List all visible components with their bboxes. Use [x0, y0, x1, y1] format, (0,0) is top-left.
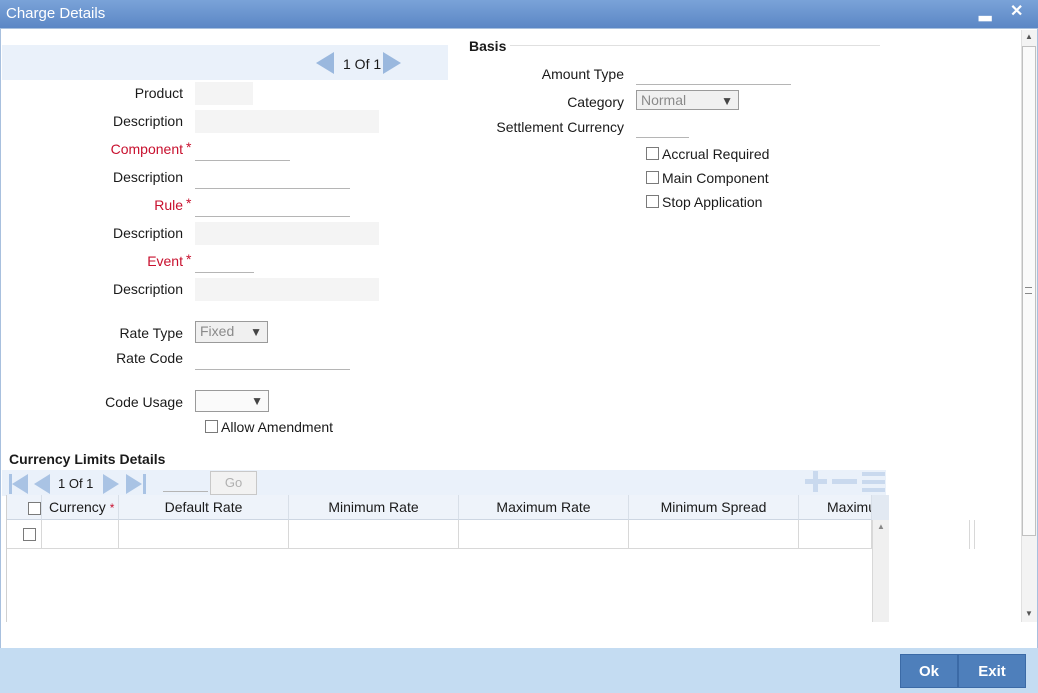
- settlement-currency-label: Settlement Currency: [496, 119, 624, 135]
- accrual-required-checkbox[interactable]: [646, 147, 659, 160]
- column-minimum-rate: Minimum Rate: [289, 495, 459, 520]
- category-select[interactable]: Normal ▼: [636, 90, 739, 110]
- grid-left-border: [6, 495, 7, 622]
- rule-label: Rule: [154, 197, 183, 213]
- chevron-down-icon: ▼: [721, 94, 733, 108]
- cell-minimum-spread[interactable]: [629, 520, 799, 549]
- rule-description-field: [195, 222, 379, 245]
- event-label: Event: [147, 253, 183, 269]
- rule-input[interactable]: [195, 194, 350, 217]
- main-component-checkbox[interactable]: [646, 171, 659, 184]
- chevron-down-icon: ▼: [251, 394, 263, 408]
- basis-divider: [510, 45, 880, 46]
- next-page-icon[interactable]: [103, 474, 119, 494]
- window-titlebar: Charge Details: [0, 0, 1038, 28]
- scroll-down-icon[interactable]: ▼: [1025, 609, 1033, 618]
- stop-application-label: Stop Application: [662, 194, 763, 210]
- row-select-checkbox[interactable]: [23, 528, 36, 541]
- component-description-input[interactable]: [195, 166, 350, 189]
- ok-button[interactable]: Ok: [900, 654, 958, 688]
- amount-type-label: Amount Type: [541, 66, 624, 82]
- event-description-field: [195, 278, 379, 301]
- allow-amendment-label: Allow Amendment: [221, 419, 334, 435]
- main-component-label: Main Component: [662, 170, 769, 186]
- currency-required-mark: *: [109, 501, 115, 515]
- product-description-field: [195, 110, 379, 133]
- currency-limits-pager-label: 1 Of 1: [58, 476, 94, 491]
- go-button[interactable]: Go: [210, 471, 257, 495]
- rate-code-label: Rate Code: [116, 350, 183, 366]
- component-input[interactable]: [195, 140, 290, 161]
- cell-minimum-rate[interactable]: [289, 520, 459, 549]
- cell-default-rate[interactable]: [119, 520, 289, 549]
- component-required-mark: *: [186, 139, 192, 155]
- window-title: Charge Details: [6, 5, 106, 22]
- column-maximum-rate: Maximum Rate: [459, 495, 629, 520]
- cell-maximum-spread[interactable]: [799, 520, 872, 549]
- chevron-down-icon: ▼: [250, 325, 262, 339]
- component-label: Component: [110, 141, 183, 157]
- single-view-icon[interactable]: [862, 472, 885, 492]
- delete-row-icon[interactable]: [832, 479, 857, 484]
- event-description-label: Description: [112, 281, 183, 297]
- component-description-label: Description: [112, 169, 183, 185]
- column-currency-label: Currency: [49, 499, 106, 515]
- select-all-column: [7, 495, 42, 520]
- product-field: [195, 82, 253, 105]
- column-maximum-spread: Maximu: [799, 495, 872, 520]
- grid-header-scroll-corner: [872, 495, 889, 520]
- exit-button[interactable]: Exit: [958, 654, 1026, 688]
- rule-description-label: Description: [112, 225, 183, 241]
- event-required-mark: *: [186, 251, 192, 267]
- previous-page-icon[interactable]: [34, 474, 50, 494]
- select-all-checkbox[interactable]: [28, 502, 41, 515]
- allow-amendment-checkbox[interactable]: [205, 420, 218, 433]
- column-default-rate: Default Rate: [119, 495, 289, 520]
- event-input[interactable]: [195, 250, 254, 273]
- amount-type-field: [636, 62, 791, 85]
- basis-heading: Basis: [469, 38, 507, 54]
- grid-right-line: [969, 520, 970, 549]
- code-usage-label: Code Usage: [105, 394, 183, 410]
- first-page-arrow-icon[interactable]: [12, 474, 28, 494]
- accrual-required-label: Accrual Required: [662, 146, 770, 162]
- column-currency: Currency *: [42, 495, 119, 520]
- category-value: Normal: [641, 92, 687, 108]
- grid-vertical-scrollbar[interactable]: ▲: [872, 520, 889, 622]
- footer-bar: [0, 648, 1038, 693]
- previous-record-icon[interactable]: [316, 52, 334, 74]
- category-label: Category: [567, 94, 624, 110]
- minimize-icon[interactable]: ▂: [979, 2, 991, 24]
- last-page-icon[interactable]: [143, 474, 146, 494]
- scrollbar-grip-icon: [1025, 287, 1032, 294]
- stop-application-checkbox[interactable]: [646, 195, 659, 208]
- table-row: [7, 520, 42, 549]
- add-row-icon-vertical: [813, 471, 818, 492]
- record-pager-label: 1 Of 1: [343, 56, 382, 72]
- rate-type-value: Fixed: [200, 323, 235, 339]
- code-usage-select[interactable]: ▼: [195, 390, 269, 412]
- rate-type-select[interactable]: Fixed ▼: [195, 321, 268, 343]
- product-label: Product: [134, 85, 183, 101]
- next-record-icon[interactable]: [383, 52, 401, 74]
- last-page-arrow-icon[interactable]: [126, 474, 142, 494]
- rate-code-input[interactable]: [195, 347, 350, 370]
- cell-currency[interactable]: [42, 520, 119, 549]
- column-minimum-spread: Minimum Spread: [629, 495, 799, 520]
- grid-right-line-2: [974, 520, 975, 549]
- grid-scroll-up-icon[interactable]: ▲: [877, 522, 885, 531]
- rule-required-mark: *: [186, 195, 192, 211]
- scroll-up-icon[interactable]: ▲: [1025, 32, 1033, 41]
- currency-limits-heading: Currency Limits Details: [9, 451, 166, 467]
- cell-maximum-rate[interactable]: [459, 520, 629, 549]
- settlement-currency-field: [636, 115, 689, 138]
- product-description-label: Description: [112, 113, 183, 129]
- close-icon[interactable]: ✕: [1010, 1, 1023, 23]
- rate-type-label: Rate Type: [119, 325, 183, 341]
- page-number-input[interactable]: [163, 472, 208, 492]
